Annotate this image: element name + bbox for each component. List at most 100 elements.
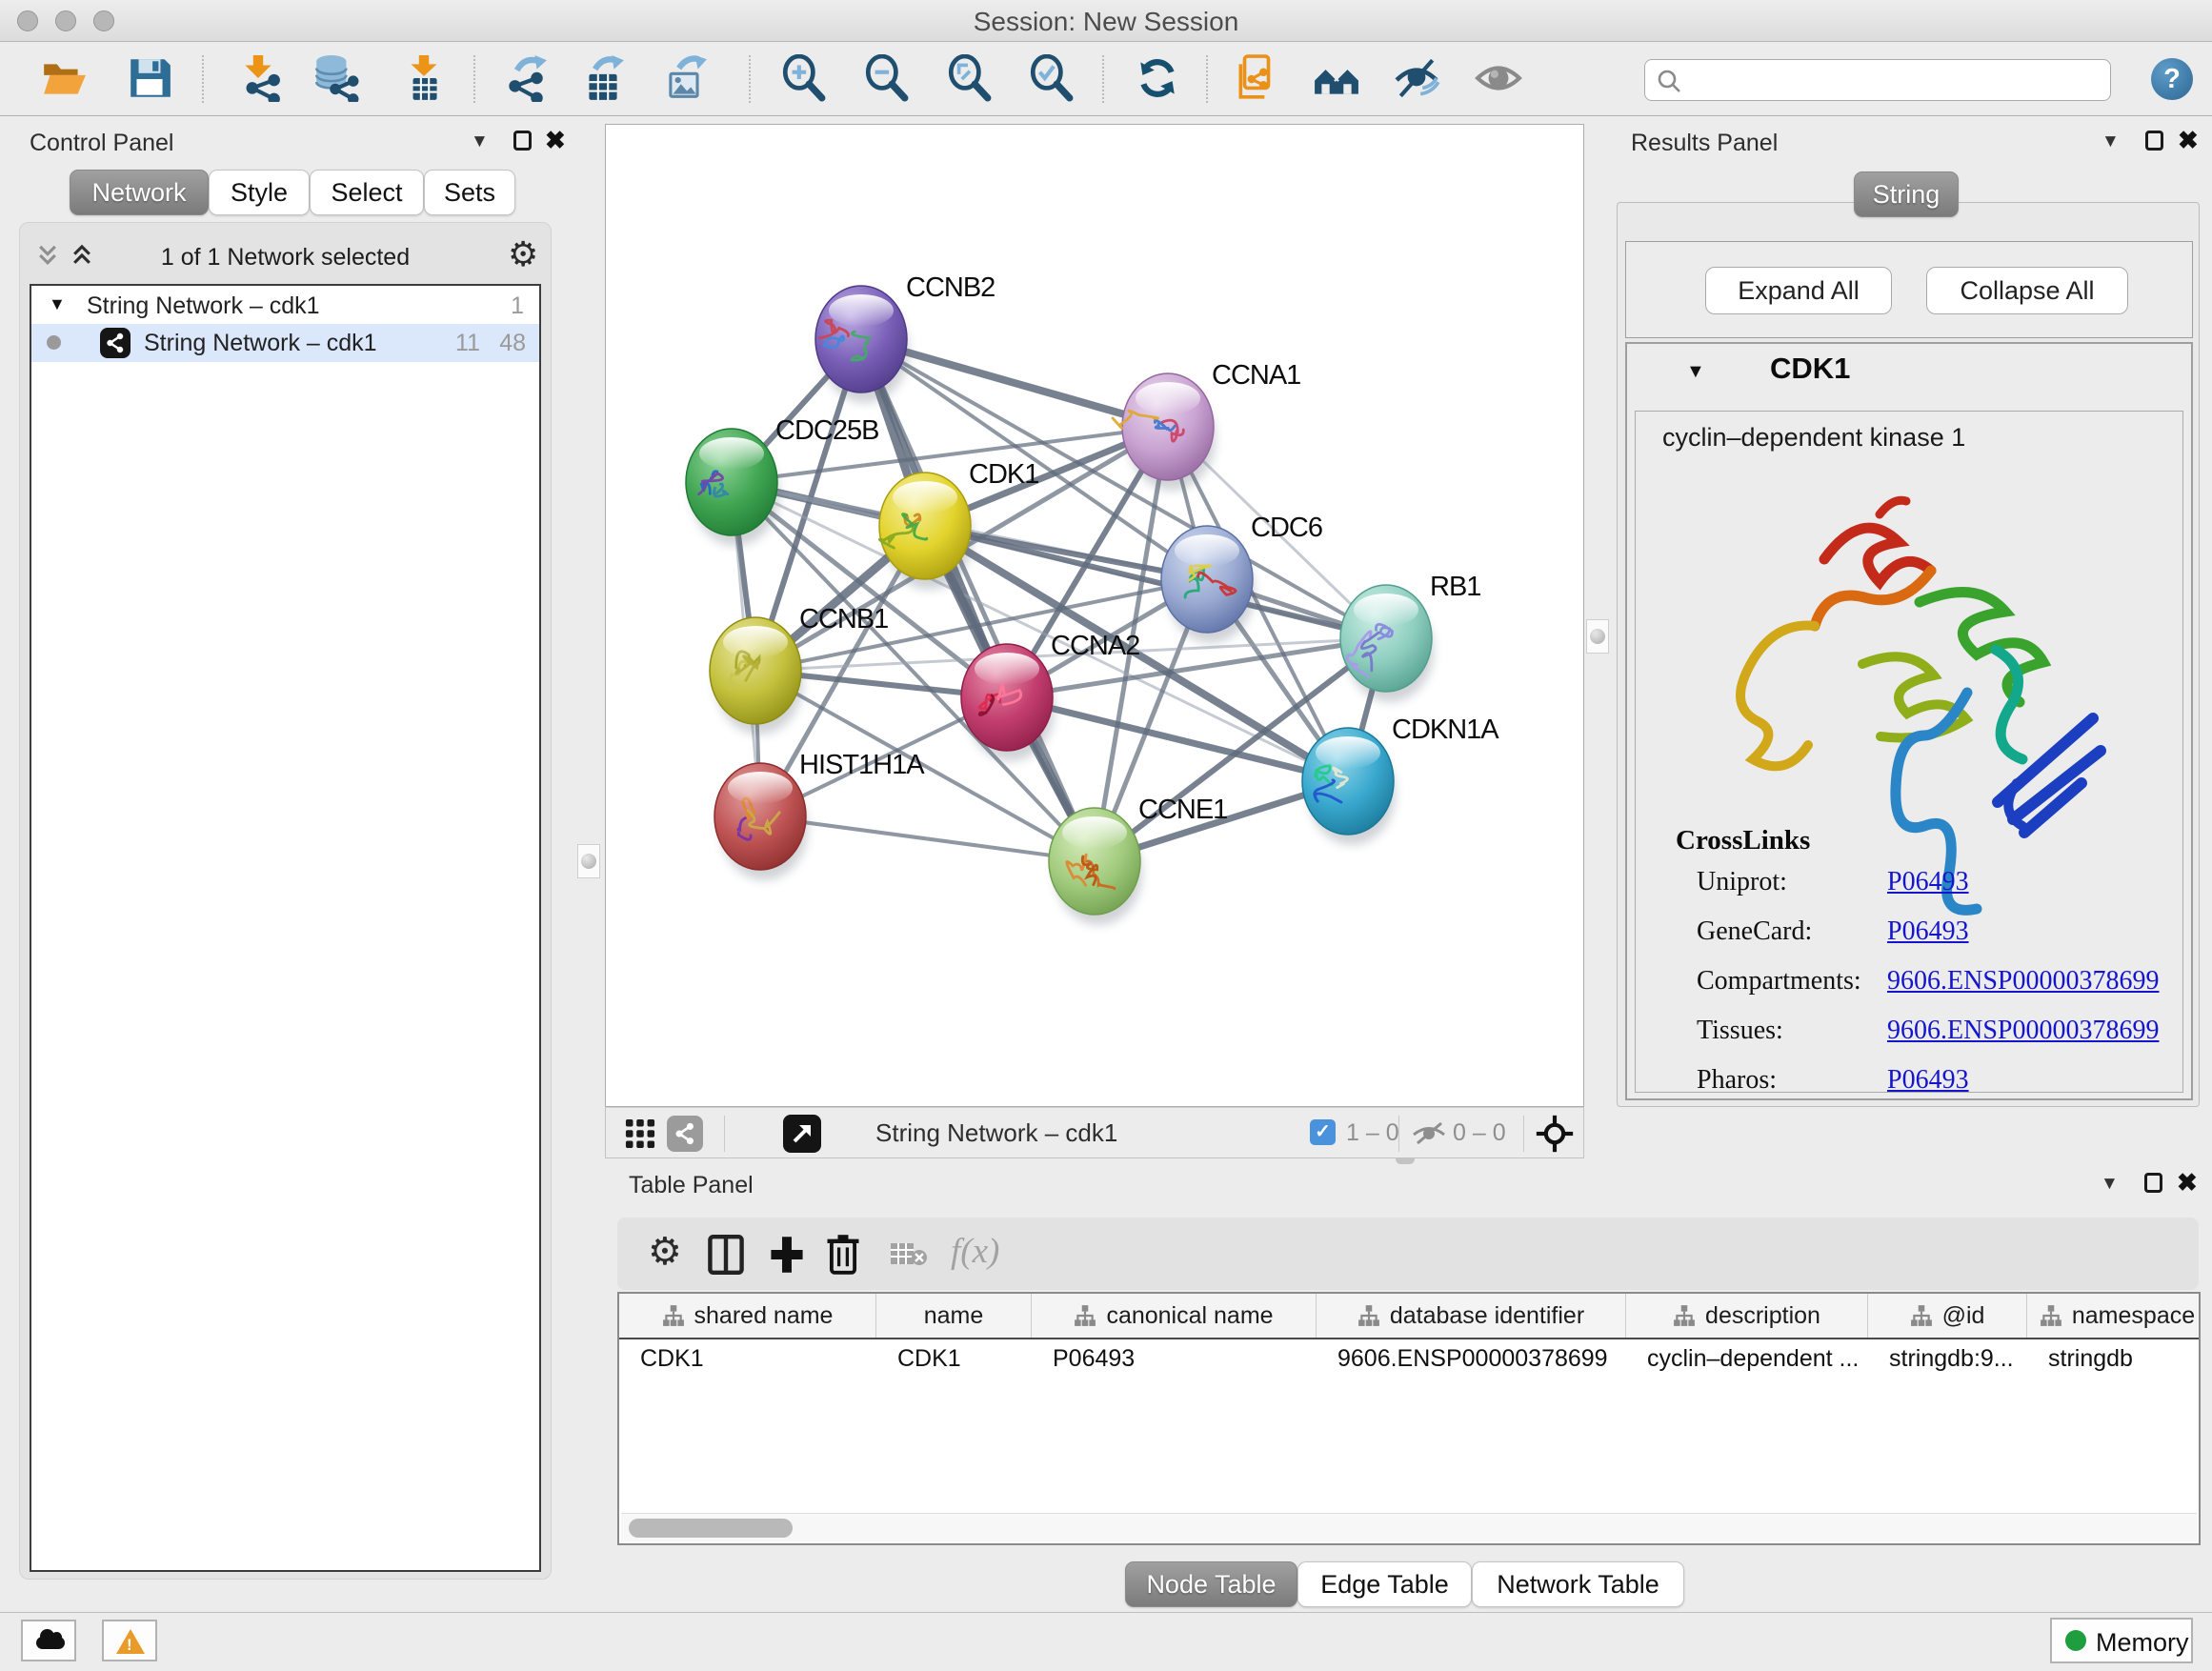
- network-options-gear-icon[interactable]: ⚙: [508, 234, 538, 274]
- search-input[interactable]: [1644, 59, 2111, 101]
- show-eye-icon[interactable]: [1475, 54, 1522, 102]
- graph-node-CDC25B[interactable]: [686, 429, 779, 546]
- left-splitter-handle[interactable]: [577, 844, 600, 878]
- function-builder-icon: f(x): [951, 1231, 999, 1272]
- import-network-file-icon[interactable]: [234, 54, 282, 102]
- import-table-file-icon[interactable]: [400, 54, 448, 102]
- refresh-icon[interactable]: [1134, 54, 1181, 102]
- zoom-out-icon[interactable]: [862, 54, 910, 102]
- graph-node-CCNB1[interactable]: [710, 617, 803, 735]
- open-file-icon[interactable]: [40, 54, 88, 102]
- control-panel-close-icon[interactable]: ✖: [545, 130, 566, 151]
- tab-network-table[interactable]: Network Table: [1472, 1561, 1684, 1607]
- graph-node-CCNE1[interactable]: [1049, 808, 1142, 925]
- graph-node-CDK1[interactable]: [879, 473, 973, 590]
- tab-select[interactable]: Select: [310, 170, 424, 215]
- warning-button[interactable]: !: [102, 1620, 157, 1661]
- table-toolbar: ⚙ f(x): [617, 1218, 2199, 1290]
- tab-network[interactable]: Network: [70, 170, 209, 215]
- network-canvas[interactable]: CCNB2CCNA1CDC25BCDK1CDC6RB1CCNB1CCNA2CDK…: [605, 124, 1584, 1107]
- results-panel-close-icon[interactable]: ✖: [2178, 130, 2199, 151]
- table-cell[interactable]: CDK1: [619, 1339, 876, 1381]
- table-cell[interactable]: 9606.ENSP00000378699: [1317, 1339, 1626, 1381]
- export-image-icon[interactable]: [661, 54, 709, 102]
- control-panel-float-icon[interactable]: [513, 131, 532, 151]
- graph-node-CCNA1[interactable]: [1113, 373, 1216, 491]
- column-header-namespace[interactable]: namespace: [2027, 1294, 2199, 1338]
- tab-style[interactable]: Style: [209, 170, 310, 215]
- birdseye-view-icon[interactable]: [1536, 1115, 1574, 1153]
- column-namespace-icon: [1357, 1304, 1380, 1327]
- table-cell[interactable]: stringdb: [2027, 1339, 2199, 1381]
- graph-node-CCNA2[interactable]: [961, 644, 1055, 761]
- column-header-database-identifier[interactable]: database identifier: [1317, 1294, 1626, 1338]
- crosslink-label: GeneCard:: [1697, 916, 1887, 947]
- column-header-canonical-name[interactable]: canonical name: [1032, 1294, 1317, 1338]
- detach-view-icon[interactable]: [783, 1115, 821, 1153]
- graph-edge-HIST1H1A-CCNE1[interactable]: [760, 816, 1095, 861]
- table-hscroll-thumb[interactable]: [629, 1519, 793, 1538]
- graph-node-CCNB2[interactable]: [815, 286, 909, 403]
- column-header-label: canonical name: [1106, 1302, 1273, 1330]
- delete-column-icon[interactable]: [825, 1233, 861, 1275]
- zoom-fit-icon[interactable]: [945, 54, 993, 102]
- crosslink-link[interactable]: 9606.ENSP00000378699: [1887, 966, 2159, 996]
- zoom-in-icon[interactable]: [779, 54, 827, 102]
- network-view-type-icon[interactable]: [667, 1116, 703, 1152]
- crosslink-link[interactable]: P06493: [1887, 867, 1969, 896]
- clone-network-icon[interactable]: [1233, 54, 1280, 102]
- column-header-description[interactable]: description: [1626, 1294, 1868, 1338]
- tab-string[interactable]: String: [1854, 171, 1959, 217]
- expand-all-button[interactable]: Expand All: [1705, 267, 1892, 314]
- memory-button[interactable]: Memory: [2050, 1618, 2193, 1663]
- gear-icon[interactable]: ⚙: [648, 1230, 682, 1274]
- table-hscrollbar[interactable]: [621, 1513, 2197, 1541]
- tab-node-table[interactable]: Node Table: [1125, 1561, 1297, 1607]
- grid-view-icon[interactable]: [625, 1118, 655, 1149]
- table-cell[interactable]: stringdb:9...: [1868, 1339, 2027, 1381]
- crosslink-link[interactable]: P06493: [1887, 916, 1969, 946]
- show-all-icon[interactable]: [1313, 54, 1360, 102]
- table-cell[interactable]: CDK1: [876, 1339, 1032, 1381]
- collapse-all-button[interactable]: Collapse All: [1926, 267, 2128, 314]
- results-panel-float-icon[interactable]: [2145, 131, 2163, 151]
- save-session-icon[interactable]: [126, 54, 173, 102]
- tab-edge-table[interactable]: Edge Table: [1297, 1561, 1472, 1607]
- hide-panel-icon[interactable]: [1393, 54, 1440, 102]
- help-icon[interactable]: ?: [2151, 58, 2193, 100]
- results-panel-menu-icon[interactable]: ▼: [2101, 131, 2120, 152]
- table-panel-menu-icon[interactable]: ▼: [2101, 1174, 2119, 1195]
- cloud-status-button[interactable]: [21, 1620, 76, 1661]
- column-header-@id[interactable]: @id: [1868, 1294, 2027, 1338]
- network-row-selected[interactable]: String Network – cdk1 11 48: [31, 324, 539, 362]
- add-column-icon[interactable]: [768, 1235, 806, 1275]
- network-graph[interactable]: CCNB2CCNA1CDC25BCDK1CDC6RB1CCNB1CCNA2CDK…: [606, 125, 1583, 1106]
- right-splitter-handle[interactable]: [1586, 619, 1609, 654]
- column-header-name[interactable]: name: [876, 1294, 1032, 1338]
- column-header-shared-name[interactable]: shared name: [619, 1294, 876, 1338]
- toolbar-separator: [473, 55, 475, 103]
- graph-node-RB1[interactable]: [1340, 585, 1434, 702]
- graph-node-CDKN1A[interactable]: [1302, 728, 1396, 845]
- import-network-database-icon[interactable]: [312, 54, 359, 102]
- selected-checkbox[interactable]: ✓: [1310, 1119, 1336, 1145]
- crosslink-link[interactable]: 9606.ENSP00000378699: [1887, 1016, 2159, 1045]
- export-network-icon[interactable]: [501, 54, 549, 102]
- table-panel-close-icon[interactable]: ✖: [2177, 1172, 2198, 1193]
- protein-expander-icon[interactable]: ▼: [1686, 361, 1705, 383]
- export-table-icon[interactable]: [579, 54, 627, 102]
- collection-expander-icon[interactable]: ▼: [49, 294, 66, 314]
- table-panel-float-icon[interactable]: [2144, 1173, 2162, 1193]
- columns-icon[interactable]: [708, 1235, 744, 1275]
- crosslink-link[interactable]: P06493: [1887, 1065, 1969, 1095]
- network-collection-row[interactable]: ▼ String Network – cdk1 1: [31, 290, 539, 324]
- tab-sets[interactable]: Sets: [424, 170, 515, 215]
- table-row[interactable]: CDK1CDK1P064939606.ENSP00000378699cyclin…: [619, 1339, 2199, 1381]
- table-cell[interactable]: P06493: [1032, 1339, 1317, 1381]
- table-cell[interactable]: cyclin–dependent ...: [1626, 1339, 1868, 1381]
- zoom-selected-icon[interactable]: [1027, 54, 1075, 102]
- graph-node-HIST1H1A[interactable]: [714, 763, 808, 880]
- toolbar-separator: [1206, 55, 1208, 103]
- graph-node-CDC6[interactable]: [1161, 526, 1255, 643]
- control-panel-menu-icon[interactable]: ▼: [471, 131, 489, 152]
